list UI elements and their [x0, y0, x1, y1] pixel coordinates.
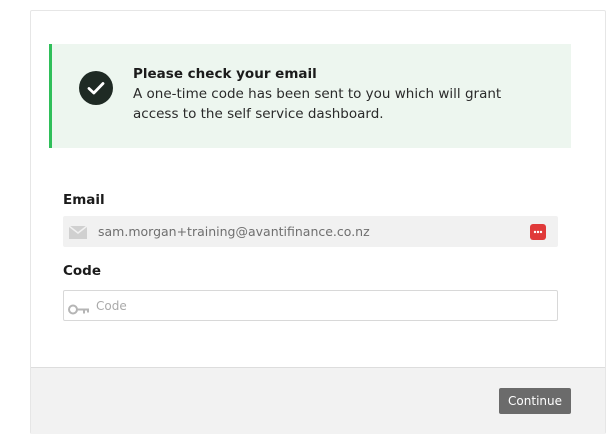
key-icon — [68, 300, 90, 319]
email-sent-alert: Please check your email A one-time code … — [49, 44, 571, 148]
alert-message: A one-time code has been sent to you whi… — [133, 86, 502, 122]
code-input[interactable] — [96, 296, 546, 315]
code-label: Code — [63, 263, 102, 279]
password-manager-icon[interactable] — [530, 224, 546, 240]
envelope-icon — [68, 224, 88, 243]
email-field: sam.morgan+training@avantifinance.co.nz — [63, 216, 558, 247]
email-label: Email — [63, 192, 105, 208]
code-field[interactable] — [63, 290, 558, 321]
check-circle-icon — [79, 71, 113, 105]
alert-title: Please check your email — [133, 66, 317, 82]
continue-button[interactable]: Continue — [499, 388, 571, 414]
login-card: Please check your email A one-time code … — [30, 10, 606, 434]
card-footer: Continue — [31, 367, 605, 434]
email-value: sam.morgan+training@avantifinance.co.nz — [98, 224, 370, 239]
